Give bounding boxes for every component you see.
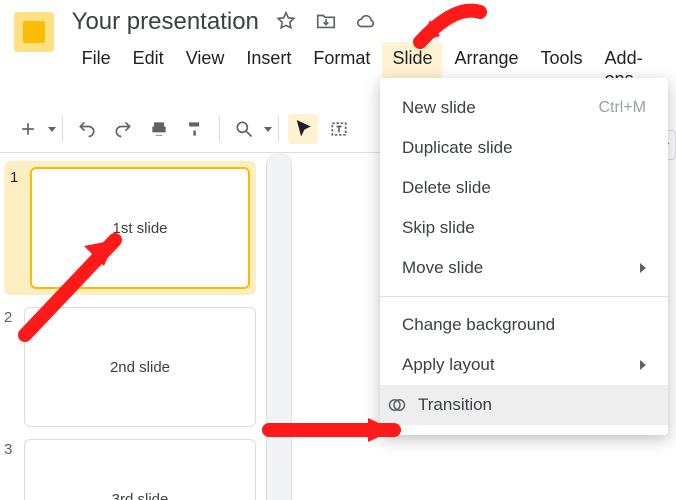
slide-thumbnail[interactable]: 2nd slide (24, 307, 256, 427)
submenu-arrow-icon (640, 360, 646, 370)
submenu-arrow-icon (640, 263, 646, 273)
menu-item-delete-slide[interactable]: Delete slide (380, 168, 668, 208)
move-to-folder-icon[interactable] (315, 10, 337, 35)
menu-item-label: Skip slide (402, 218, 475, 238)
menu-item-label: Transition (418, 395, 492, 415)
menu-item-label: Change background (402, 315, 555, 335)
menu-item-skip-slide[interactable]: Skip slide (380, 208, 668, 248)
paint-format-button[interactable] (180, 114, 210, 144)
slide-number: 2 (4, 307, 24, 326)
menu-item-move-slide[interactable]: Move slide (380, 248, 668, 288)
menu-item-transition[interactable]: Transition (380, 385, 668, 425)
star-icon[interactable] (275, 10, 297, 35)
undo-button[interactable] (72, 114, 102, 144)
slide-number: 1 (4, 167, 30, 186)
document-title[interactable]: Your presentation (72, 8, 259, 36)
print-button[interactable] (144, 114, 174, 144)
thumbnail-slide-3[interactable]: 3 3rd slide (4, 439, 256, 500)
menu-format[interactable]: Format (303, 42, 380, 96)
slide-number: 3 (4, 439, 24, 458)
new-slide-button[interactable] (13, 114, 43, 144)
thumbnail-slide-1[interactable]: 1 1st slide (4, 161, 256, 295)
menu-item-label: Duplicate slide (402, 138, 513, 158)
menu-item-label: Move slide (402, 258, 483, 278)
slide-thumbnail-strip: 1 1st slide 2 2nd slide 3 3rd slide (0, 153, 260, 500)
menu-item-new-slide[interactable]: New slide Ctrl+M (380, 88, 668, 128)
transition-icon (384, 396, 410, 414)
slides-logo (14, 12, 54, 52)
menu-separator (380, 296, 668, 297)
redo-button[interactable] (108, 114, 138, 144)
menu-edit[interactable]: Edit (123, 42, 174, 96)
select-tool[interactable] (288, 114, 318, 144)
menu-item-duplicate-slide[interactable]: Duplicate slide (380, 128, 668, 168)
menu-item-label: Delete slide (402, 178, 491, 198)
menu-insert[interactable]: Insert (236, 42, 301, 96)
zoom-dropdown[interactable] (264, 127, 272, 132)
menu-item-label: Apply layout (402, 355, 495, 375)
slide-thumbnail[interactable]: 1st slide (30, 167, 250, 289)
slide-thumbnail[interactable]: 3rd slide (24, 439, 256, 500)
textbox-tool[interactable] (324, 114, 354, 144)
new-slide-dropdown[interactable] (48, 127, 56, 132)
menu-shortcut: Ctrl+M (598, 99, 646, 117)
slide-menu-dropdown: New slide Ctrl+M Duplicate slide Delete … (380, 78, 668, 435)
menu-item-label: New slide (402, 98, 476, 118)
pane-divider[interactable] (266, 153, 292, 500)
menu-item-change-background[interactable]: Change background (380, 305, 668, 345)
menu-item-apply-layout[interactable]: Apply layout (380, 345, 668, 385)
menu-view[interactable]: View (176, 42, 235, 96)
zoom-button[interactable] (229, 114, 259, 144)
thumbnail-slide-2[interactable]: 2 2nd slide (4, 307, 256, 427)
cloud-status-icon[interactable] (355, 10, 377, 35)
menu-file[interactable]: File (72, 42, 121, 96)
